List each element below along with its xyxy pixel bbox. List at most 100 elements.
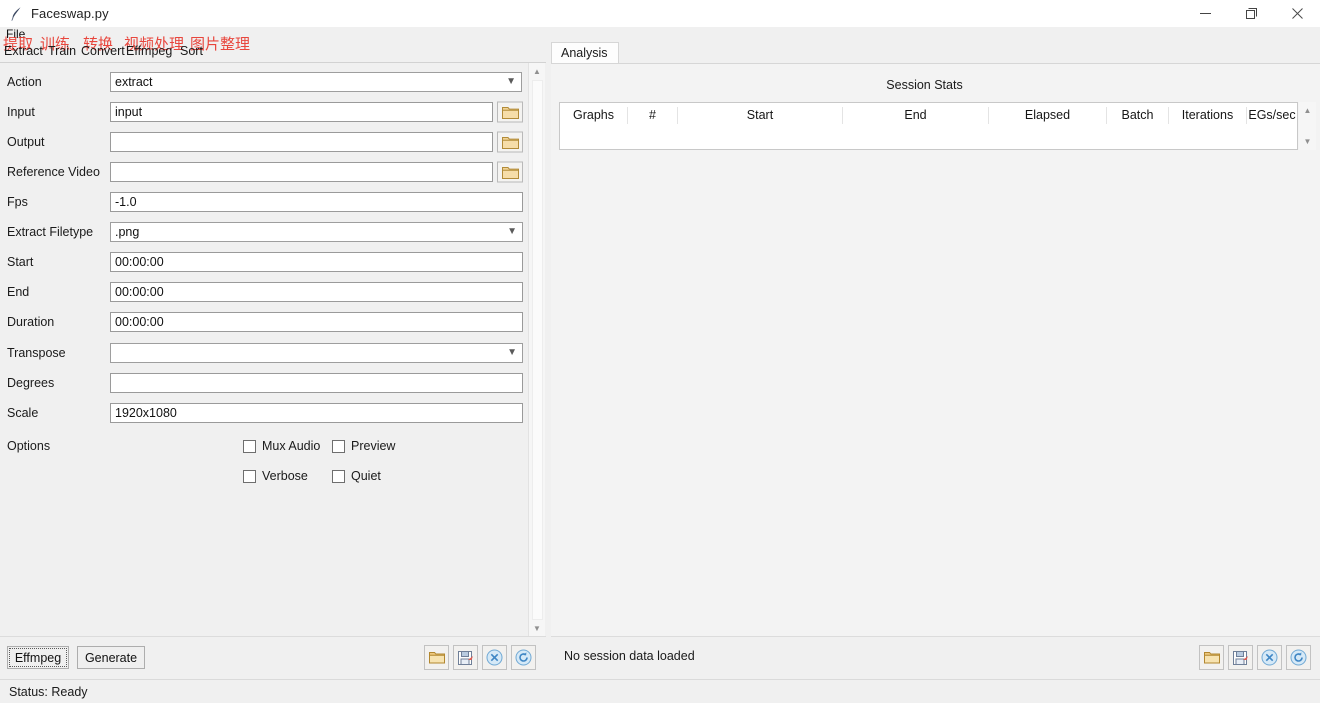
form-area: Action extract ▼ Input input — [0, 63, 528, 637]
checkbox-verbose[interactable]: Verbose — [243, 469, 308, 483]
form-scrollbar[interactable]: ▲ ▼ — [528, 63, 545, 637]
column-header-number[interactable]: # — [628, 107, 678, 124]
output-field[interactable] — [110, 132, 493, 152]
load-config-button[interactable] — [424, 645, 449, 670]
scrollbar-track[interactable] — [532, 80, 543, 620]
form-row-options: Options Mux Audio Preview — [0, 431, 528, 461]
scale-field[interactable]: 1920x1080 — [110, 403, 523, 423]
scroll-up-icon[interactable]: ▲ — [1299, 102, 1316, 119]
checkbox-box — [243, 470, 256, 483]
folder-icon — [502, 165, 519, 179]
analysis-clear-button[interactable] — [1257, 645, 1282, 670]
reset-config-button[interactable] — [511, 645, 536, 670]
form-row-scale: Scale 1920x1080 — [0, 398, 528, 428]
scroll-up-icon[interactable]: ▲ — [529, 63, 546, 80]
input-field[interactable]: input — [110, 102, 493, 122]
label-fps: Fps — [7, 195, 28, 209]
analysis-load-button[interactable] — [1199, 645, 1224, 670]
form-row-duration: Duration 00:00:00 — [0, 307, 528, 337]
load-icon — [1204, 651, 1220, 664]
session-stats-title: Session Stats — [551, 78, 1298, 92]
save-config-button[interactable] — [453, 645, 478, 670]
reset-icon — [515, 649, 532, 666]
title-bar: Faceswap.py — [0, 0, 1320, 27]
label-output: Output — [7, 135, 45, 149]
action-combo[interactable]: extract ▼ — [110, 72, 522, 92]
checkbox-quiet[interactable]: Quiet — [332, 469, 381, 483]
start-field[interactable]: 00:00:00 — [110, 252, 523, 272]
duration-field[interactable]: 00:00:00 — [110, 312, 523, 332]
checkbox-box — [332, 470, 345, 483]
clear-icon — [486, 649, 503, 666]
analysis-reset-button[interactable] — [1286, 645, 1311, 670]
scale-field-value: 1920x1080 — [115, 406, 177, 420]
clear-config-button[interactable] — [482, 645, 507, 670]
checkbox-preview[interactable]: Preview — [332, 439, 395, 453]
restore-button[interactable] — [1228, 0, 1274, 27]
tab-effmpeg[interactable]: Effmpeg — [126, 44, 172, 58]
end-field-value: 00:00:00 — [115, 285, 164, 299]
checkbox-label: Preview — [351, 439, 395, 453]
reference-video-field[interactable] — [110, 162, 493, 182]
extract-filetype-combo[interactable]: .png ▼ — [110, 222, 523, 242]
form-row-start: Start 00:00:00 — [0, 247, 528, 277]
column-header-end[interactable]: End — [843, 107, 989, 124]
label-extract-filetype: Extract Filetype — [7, 225, 93, 239]
window-title: Faceswap.py — [31, 6, 109, 21]
tab-train[interactable]: Train — [48, 44, 76, 58]
input-browse-button[interactable] — [497, 102, 523, 123]
end-field[interactable]: 00:00:00 — [110, 282, 523, 302]
effmpeg-button[interactable]: Effmpeg — [7, 646, 69, 669]
column-header-batch[interactable]: Batch — [1107, 107, 1169, 124]
close-button[interactable] — [1274, 0, 1320, 27]
checkbox-box — [243, 440, 256, 453]
minimize-button[interactable] — [1182, 0, 1228, 27]
main-tab-strip: 提取 训练 转换 视频处理 图片整理 Extract Train Convert… — [0, 44, 546, 64]
form-row-output: Output — [0, 127, 528, 157]
label-duration: Duration — [7, 315, 54, 329]
fps-field[interactable]: -1.0 — [110, 192, 523, 212]
scroll-down-icon[interactable]: ▼ — [1299, 133, 1316, 150]
column-header-egs-sec[interactable]: EGs/sec — [1247, 107, 1297, 124]
form-row-fps: Fps -1.0 — [0, 187, 528, 217]
chevron-down-icon: ▼ — [507, 227, 517, 237]
form-row-options-2: Verbose Quiet — [0, 461, 528, 491]
session-stats-table: Graphs # Start End Elapsed Batch Iterati… — [559, 102, 1298, 150]
window-controls — [1182, 0, 1320, 27]
left-action-bar: Effmpeg Generate — [0, 636, 546, 676]
analysis-action-bar: No session data loaded — [551, 636, 1320, 676]
degrees-field[interactable] — [110, 373, 523, 393]
tab-analysis[interactable]: Analysis — [551, 42, 619, 64]
checkbox-label: Quiet — [351, 469, 381, 483]
generate-button[interactable]: Generate — [77, 646, 145, 669]
reference-video-browse-button[interactable] — [497, 162, 523, 183]
analysis-save-button[interactable] — [1228, 645, 1253, 670]
analysis-status-message: No session data loaded — [564, 649, 695, 663]
tab-sort[interactable]: Sort — [180, 44, 203, 58]
form-row-reference-video: Reference Video — [0, 157, 528, 187]
form-row-transpose: Transpose ▼ — [0, 338, 528, 368]
label-options: Options — [7, 439, 50, 453]
form-row-input: Input input — [0, 97, 528, 127]
scroll-down-icon[interactable]: ▼ — [529, 620, 546, 637]
label-transpose: Transpose — [7, 346, 66, 360]
duration-field-value: 00:00:00 — [115, 315, 164, 329]
action-combo-value: extract — [115, 75, 153, 89]
column-header-start[interactable]: Start — [678, 107, 843, 124]
transpose-combo[interactable]: ▼ — [110, 343, 523, 363]
checkbox-mux-audio[interactable]: Mux Audio — [243, 439, 320, 453]
table-header-row: Graphs # Start End Elapsed Batch Iterati… — [560, 103, 1297, 128]
analysis-tab-strip: Analysis — [551, 42, 1320, 64]
output-browse-button[interactable] — [497, 132, 523, 153]
column-header-elapsed[interactable]: Elapsed — [989, 107, 1107, 124]
label-input: Input — [7, 105, 35, 119]
label-end: End — [7, 285, 29, 299]
panel-splitter[interactable] — [546, 34, 550, 679]
column-header-graphs[interactable]: Graphs — [560, 107, 628, 124]
column-header-iterations[interactable]: Iterations — [1169, 107, 1247, 124]
status-bar: Status: Ready — [0, 679, 1320, 703]
tab-extract[interactable]: Extract — [4, 44, 43, 58]
session-stats-scrollbar[interactable]: ▲ ▼ — [1299, 102, 1316, 150]
label-action: Action — [7, 75, 42, 89]
tab-convert[interactable]: Convert — [81, 44, 125, 58]
